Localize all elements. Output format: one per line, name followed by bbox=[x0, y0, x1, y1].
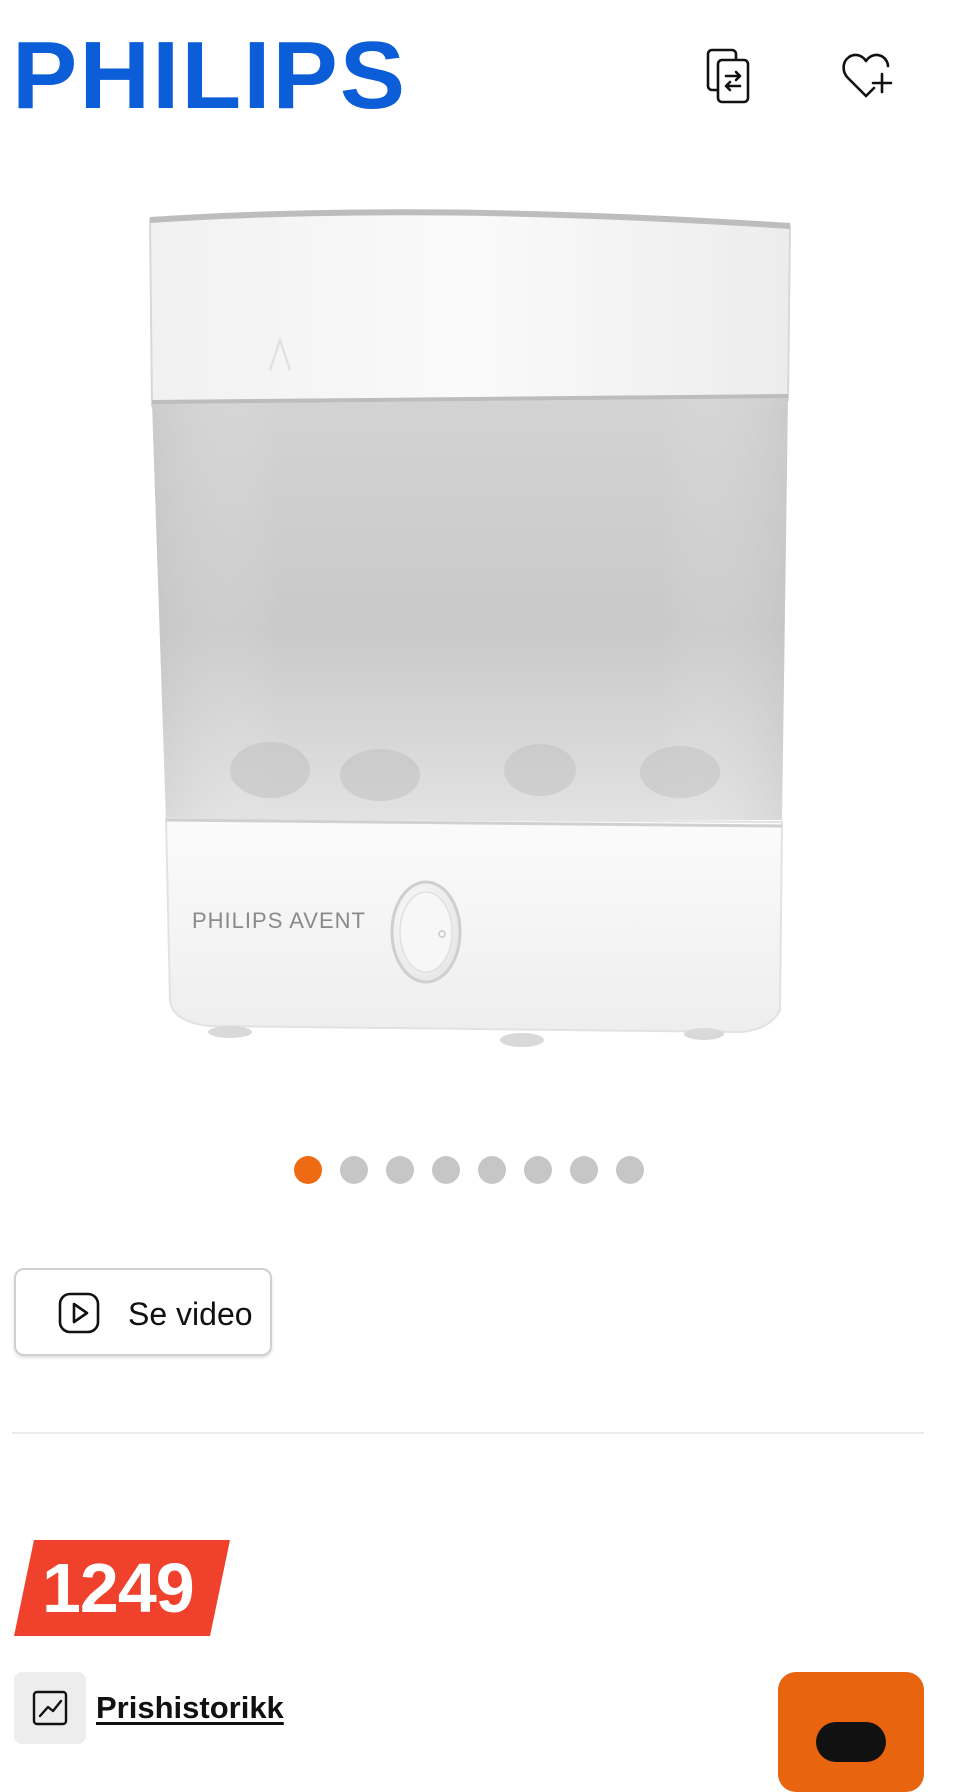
chart-line-icon bbox=[32, 1690, 68, 1726]
see-video-button[interactable]: Se video bbox=[14, 1268, 272, 1356]
see-video-label: Se video bbox=[128, 1296, 253, 1332]
carousel-dot-5[interactable] bbox=[478, 1156, 506, 1184]
header: PHILIPS bbox=[0, 0, 960, 150]
section-divider bbox=[12, 1432, 924, 1434]
product-brand-label: PHILIPS AVENT bbox=[192, 908, 366, 933]
carousel-dot-4[interactable] bbox=[432, 1156, 460, 1184]
carousel-dot-3[interactable] bbox=[386, 1156, 414, 1184]
price-history-label[interactable]: Prishistorikk bbox=[96, 1690, 284, 1726]
price-history-icon-box bbox=[14, 1672, 86, 1744]
image-carousel-dots bbox=[0, 1156, 960, 1186]
compare-button[interactable] bbox=[694, 40, 766, 112]
carousel-dot-7[interactable] bbox=[570, 1156, 598, 1184]
heart-plus-icon bbox=[842, 53, 893, 98]
carousel-dot-8[interactable] bbox=[616, 1156, 644, 1184]
carousel-dot-6[interactable] bbox=[524, 1156, 552, 1184]
compare-icon bbox=[706, 48, 750, 104]
carousel-dot-2[interactable] bbox=[340, 1156, 368, 1184]
carousel-dot-1[interactable] bbox=[294, 1156, 322, 1184]
price-value: 1249 bbox=[42, 1549, 195, 1627]
sterilizer-illustration: PHILIPS AVENT bbox=[148, 209, 792, 1047]
add-to-cart-button[interactable] bbox=[778, 1672, 924, 1792]
play-icon bbox=[58, 1292, 100, 1334]
cart-button-icon bbox=[816, 1722, 886, 1762]
product-image[interactable]: PHILIPS AVENT bbox=[120, 180, 820, 1080]
brand-logo[interactable]: PHILIPS bbox=[12, 28, 407, 124]
wishlist-button[interactable] bbox=[832, 40, 904, 112]
price-tag: 1249 bbox=[14, 1540, 230, 1636]
